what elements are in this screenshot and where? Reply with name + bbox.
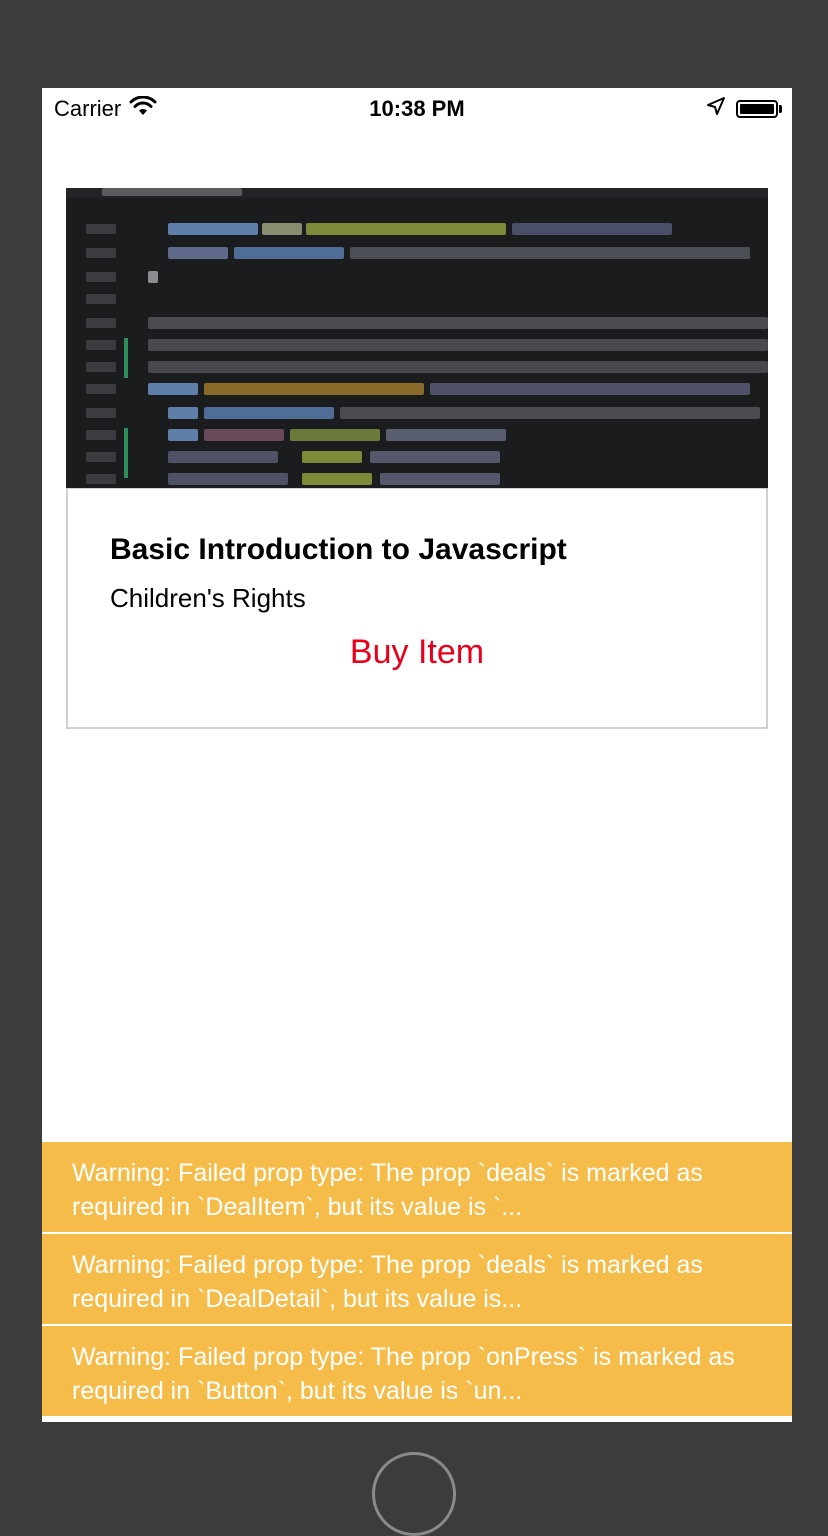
warning-item[interactable]: Warning: Failed prop type: The prop `dea… [42, 1234, 792, 1326]
status-bar: Carrier 10:38 PM [42, 88, 792, 128]
status-right-icons [706, 96, 782, 122]
course-image [66, 188, 768, 488]
battery-icon [736, 100, 782, 118]
course-subtitle: Children's Rights [110, 583, 306, 613]
home-button[interactable] [372, 1452, 456, 1536]
course-card: Basic Introduction to Javascript Childre… [66, 488, 768, 729]
status-time: 10:38 PM [369, 96, 465, 121]
buy-item-button[interactable]: Buy Item [68, 633, 766, 672]
warning-text: Warning: Failed prop type: The prop `onP… [72, 1343, 735, 1405]
course-title: Basic Introduction to Javascript [110, 533, 567, 566]
yellowbox-warnings: Warning: Failed prop type: The prop `dea… [42, 1142, 792, 1416]
warning-text: Warning: Failed prop type: The prop `dea… [72, 1251, 703, 1313]
warning-text: Warning: Failed prop type: The prop `dea… [72, 1159, 703, 1221]
warning-item[interactable]: Warning: Failed prop type: The prop `onP… [42, 1326, 792, 1416]
warning-item[interactable]: Warning: Failed prop type: The prop `dea… [42, 1142, 792, 1234]
location-arrow-icon [706, 96, 726, 122]
